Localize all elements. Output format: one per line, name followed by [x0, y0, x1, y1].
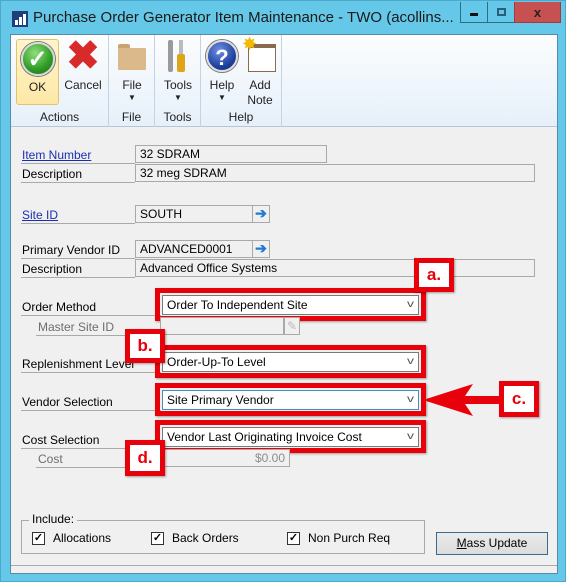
callout-c-label: c. [499, 381, 539, 417]
ribbon: ✓ OK ✖ Cancel Actions File ▼ File Tools … [11, 34, 557, 127]
item-number-field[interactable]: 32 SDRAM [135, 145, 327, 163]
cancel-button[interactable]: ✖ Cancel [61, 34, 105, 108]
dropdown-caret-icon: ▼ [128, 93, 136, 102]
cost-selection-select[interactable]: Vendor Last Originating Invoice Cost v [162, 427, 419, 447]
ribbon-group-file: File ▼ File [109, 35, 155, 127]
ok-label: OK [28, 80, 47, 94]
help-button[interactable]: ? Help ▼ [203, 38, 241, 108]
order-method-label: Order Method [21, 298, 161, 316]
help-label: Help [209, 78, 235, 92]
site-id-field[interactable]: SOUTH [135, 205, 253, 223]
back-orders-checkbox[interactable]: ✓ Back Orders [151, 531, 239, 545]
group-label-file: File [121, 110, 142, 124]
cancel-x-icon: ✖ [66, 34, 100, 78]
vendor-selection-select[interactable]: Site Primary Vendor v [162, 390, 419, 410]
master-site-pencil-icon: ✎ [284, 317, 300, 335]
tools-button[interactable]: Tools ▼ [157, 38, 199, 108]
vendor-lookup-arrow-icon[interactable]: ➔ [252, 240, 270, 258]
callout-a-label: a. [414, 258, 454, 292]
add-note-button[interactable]: ✸ Add Note [241, 34, 279, 108]
item-number-link[interactable]: Item Number [21, 146, 135, 164]
close-icon: x [533, 4, 542, 20]
non-purch-req-checkbox[interactable]: ✓ Non Purch Req [287, 531, 390, 545]
footer-divider [11, 565, 557, 566]
order-method-select[interactable]: Order To Independent Site v [162, 295, 419, 315]
group-label-help: Help [228, 110, 254, 124]
checkbox-checked-icon: ✓ [32, 531, 45, 545]
mass-update-button[interactable]: Mass Update [436, 532, 548, 555]
site-id-link[interactable]: Site ID [21, 206, 135, 224]
close-button[interactable]: x [514, 2, 561, 23]
chevron-down-icon: v [407, 431, 414, 442]
callout-c-arrow-icon [423, 384, 503, 416]
file-label: File [122, 78, 142, 92]
vendor-description-field: Advanced Office Systems [135, 259, 535, 277]
group-label-actions: Actions [39, 110, 80, 124]
maximize-icon [496, 8, 506, 16]
back-orders-label: Back Orders [172, 531, 239, 545]
allocations-label: Allocations [53, 531, 112, 545]
callout-b-label: b. [125, 329, 165, 363]
vendor-selection-label: Vendor Selection [21, 393, 161, 411]
replenishment-level-select[interactable]: Order-Up-To Level v [162, 352, 419, 372]
checkbox-checked-icon: ✓ [287, 531, 300, 545]
add-note-label-1: Add [249, 78, 271, 92]
include-title: Include: [29, 512, 78, 526]
ribbon-group-help: ? Help ▼ ✸ Add Note Help [201, 34, 282, 127]
site-id-lookup-arrow-icon[interactable]: ➔ [252, 205, 270, 223]
app-chart-icon [12, 11, 28, 27]
maximize-button[interactable] [487, 2, 515, 23]
non-purch-req-label: Non Purch Req [308, 531, 391, 545]
cost-field: $0.00 [160, 449, 290, 467]
primary-vendor-id-field[interactable]: ADVANCED0001 [135, 240, 253, 258]
allocations-checkbox[interactable]: ✓ Allocations [32, 531, 111, 545]
ok-check-icon: ✓ [20, 42, 55, 76]
help-icon: ? [206, 40, 238, 72]
chevron-down-icon: v [407, 394, 414, 405]
tools-icon [160, 38, 196, 74]
item-maintenance-form: Item Number 32 SDRAM Description 32 meg … [11, 128, 557, 575]
title-bar[interactable]: Purchase Order Generator Item Maintenanc… [1, 1, 566, 34]
callout-d-label: d. [125, 440, 165, 476]
group-label-tools: Tools [163, 110, 192, 124]
primary-vendor-id-label: Primary Vendor ID [21, 241, 135, 259]
dropdown-caret-icon: ▼ [218, 93, 226, 102]
include-groupbox: Include: ✓ Allocations ✓ Back Orders ✓ N… [21, 512, 425, 554]
chevron-down-icon: v [407, 356, 414, 367]
window-title: Purchase Order Generator Item Maintenanc… [33, 9, 454, 26]
ribbon-group-actions: ✓ OK ✖ Cancel Actions [11, 35, 109, 127]
ribbon-group-tools: Tools ▼ Tools [155, 35, 201, 127]
add-note-icon: ✸ [242, 34, 278, 74]
cancel-label: Cancel [64, 78, 102, 92]
tools-label: Tools [163, 78, 192, 92]
master-site-id-field [160, 317, 284, 335]
dropdown-caret-icon: ▼ [174, 93, 182, 102]
item-description-field: 32 meg SDRAM [135, 164, 535, 182]
minimize-icon [470, 12, 478, 16]
vendor-description-label: Description [21, 260, 135, 278]
minimize-button[interactable] [460, 2, 488, 23]
file-button[interactable]: File ▼ [111, 38, 153, 108]
add-note-label-2: Note [247, 93, 273, 107]
folder-icon [114, 38, 150, 74]
item-description-label: Description [21, 165, 135, 183]
client-area: ✓ OK ✖ Cancel Actions File ▼ File Tools … [10, 34, 558, 574]
chevron-down-icon: v [407, 299, 414, 310]
ok-button[interactable]: ✓ OK [16, 39, 59, 105]
checkbox-checked-icon: ✓ [151, 531, 164, 545]
window: Purchase Order Generator Item Maintenanc… [0, 0, 566, 582]
